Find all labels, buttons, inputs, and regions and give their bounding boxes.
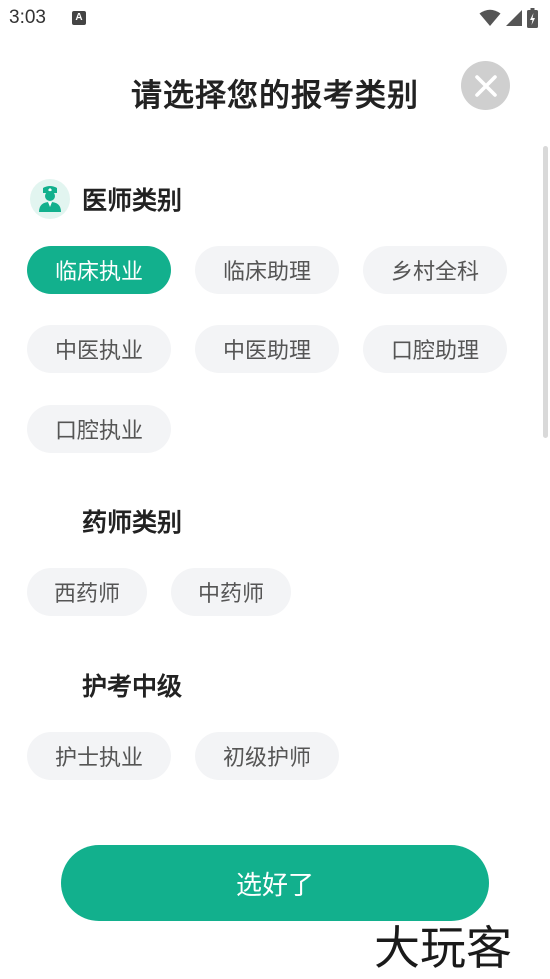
- watermark: 大玩客: [374, 921, 512, 975]
- status-time: 3:03: [9, 7, 46, 28]
- chip-xiyaoshi[interactable]: 西药师: [27, 568, 147, 616]
- section-title-pharmacist: 药师类别: [82, 508, 183, 537]
- section-title-doctor: 医师类别: [82, 186, 183, 215]
- section-header-nursing: 护考中级: [30, 665, 182, 705]
- chip-zhongyaoshi[interactable]: 中药师: [171, 568, 291, 616]
- chip-hushi-zhiye[interactable]: 护士执业: [27, 732, 171, 780]
- signal-icon: [506, 10, 522, 26]
- close-button[interactable]: [461, 61, 510, 110]
- section-title-nursing: 护考中级: [82, 672, 183, 701]
- confirm-button[interactable]: 选好了: [61, 845, 489, 921]
- status-bar: 3:03 A: [0, 0, 550, 38]
- screen: 3:03 A 请选择您的报考类别 医师类别 临床执业 临床助理 乡村全科 中医执…: [0, 0, 550, 979]
- battery-charging-icon: [527, 8, 538, 28]
- chip-kouqiang-zhiye[interactable]: 口腔执业: [27, 405, 171, 453]
- chip-chuji-hushi[interactable]: 初级护师: [195, 732, 339, 780]
- chip-linchuang-zhuli[interactable]: 临床助理: [195, 246, 339, 294]
- section-header-pharmacist: 药师类别: [30, 501, 182, 541]
- chip-zhongyi-zhiye[interactable]: 中医执业: [27, 325, 171, 373]
- chip-kouqiang-zhuli[interactable]: 口腔助理: [363, 325, 507, 373]
- chip-xiangcun-quanke[interactable]: 乡村全科: [363, 246, 507, 294]
- section-header-doctor: 医师类别: [30, 179, 182, 219]
- wifi-icon: [479, 9, 501, 26]
- status-icons: [479, 8, 538, 28]
- chip-linchuang-zhiye[interactable]: 临床执业: [27, 246, 171, 294]
- a-notification-icon: A: [72, 11, 86, 25]
- chip-zhongyi-zhuli[interactable]: 中医助理: [195, 325, 339, 373]
- doctor-avatar-icon: [30, 179, 70, 219]
- close-icon: [474, 74, 497, 97]
- scrollbar[interactable]: [543, 146, 548, 438]
